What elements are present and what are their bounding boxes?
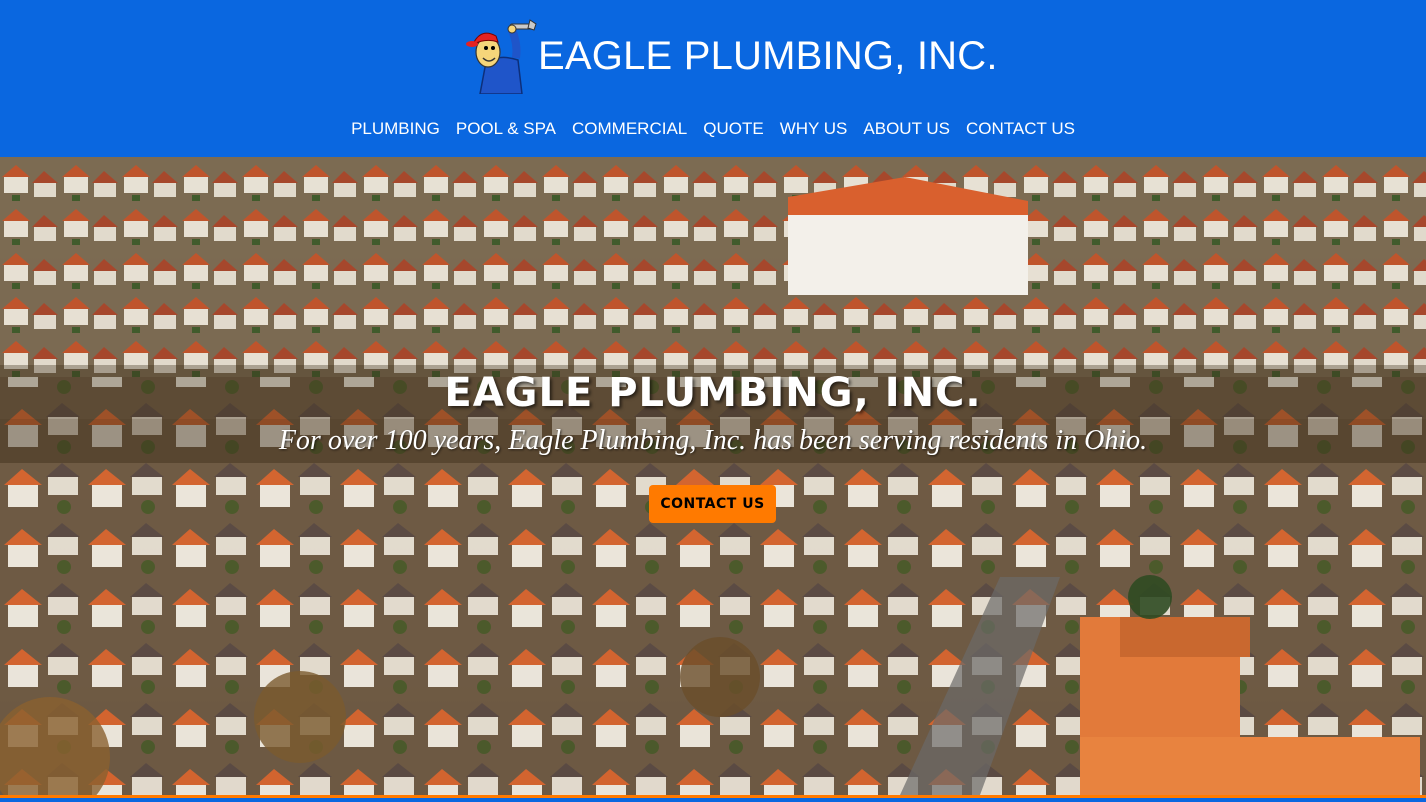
brand-logo-link[interactable]: EAGLE PLUMBING, INC.	[466, 18, 998, 94]
nav-why-us[interactable]: WHY US	[780, 117, 848, 141]
plumber-mascot-with-wrench-icon	[466, 19, 537, 94]
site-header: EAGLE PLUMBING, INC. PLUMBING POOL & SPA…	[0, 0, 1426, 157]
nav-quote[interactable]: QUOTE	[703, 117, 763, 141]
nav-contact-us[interactable]: CONTACT US	[966, 117, 1075, 141]
hero-subtitle: For over 100 years, Eagle Plumbing, Inc.…	[278, 425, 1148, 456]
hero-title: EAGLE PLUMBING, INC.	[444, 370, 982, 416]
nav-about-us[interactable]: ABOUT US	[863, 117, 950, 141]
nav-pool-spa[interactable]: POOL & SPA	[456, 117, 556, 141]
nav-commercial[interactable]: COMMERCIAL	[572, 117, 687, 141]
contact-us-button[interactable]: CONTACT US	[649, 485, 776, 523]
hero-background-image	[0, 157, 1426, 795]
main-nav: PLUMBING POOL & SPA COMMERCIAL QUOTE WHY…	[0, 117, 1426, 141]
hero-section: EAGLE PLUMBING, INC. For over 100 years,…	[0, 157, 1426, 795]
brand-name: EAGLE PLUMBING, INC.	[538, 34, 998, 78]
footer-accent-bar	[0, 795, 1426, 802]
nav-plumbing[interactable]: PLUMBING	[351, 117, 440, 141]
